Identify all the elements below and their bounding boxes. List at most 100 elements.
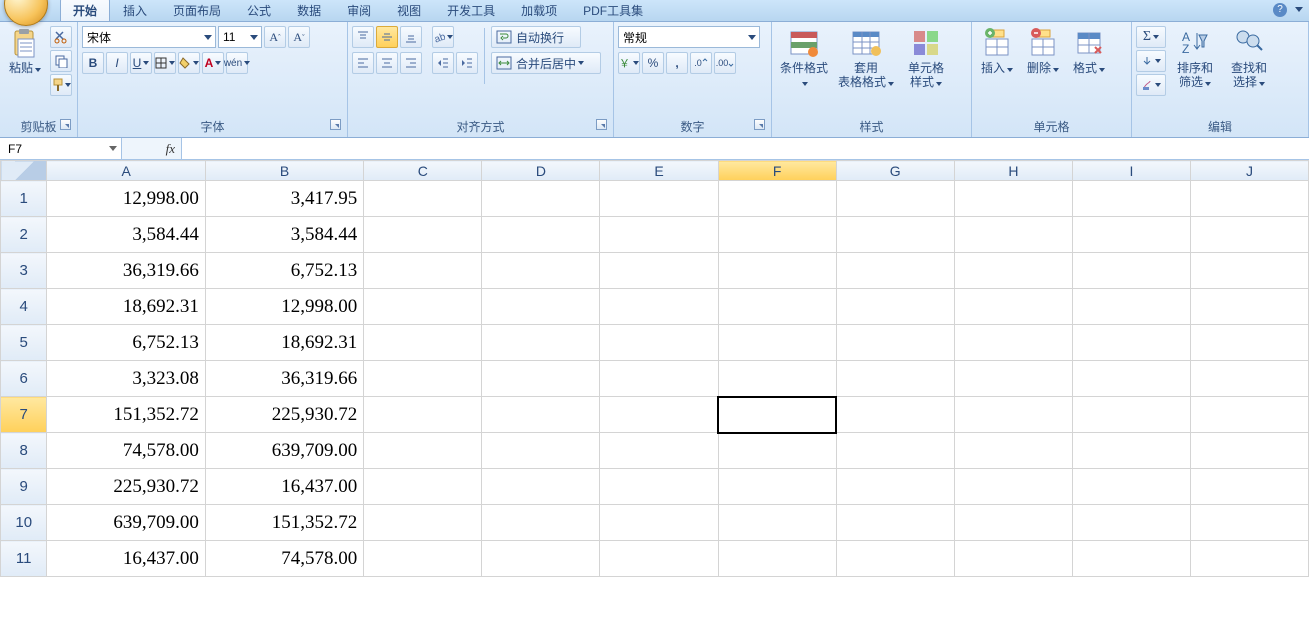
column-header-D[interactable]: D [482,161,600,181]
cell-H11[interactable] [954,541,1072,577]
cell-D11[interactable] [482,541,600,577]
cell-G8[interactable] [836,433,954,469]
tab-view[interactable]: 视图 [384,0,434,21]
cell-E7[interactable] [600,397,718,433]
autosum-button[interactable]: Σ [1136,26,1166,48]
cell-B5[interactable]: 18,692.31 [205,325,363,361]
increase-decimal-button[interactable]: .0 [690,52,712,74]
cell-J10[interactable] [1190,505,1308,541]
fill-color-button[interactable] [178,52,200,74]
cell-C4[interactable] [364,289,482,325]
cell-E6[interactable] [600,361,718,397]
cell-F3[interactable] [718,253,836,289]
number-format-dropdown[interactable]: 常规 [618,26,760,48]
bold-button[interactable]: B [82,52,104,74]
cell-D8[interactable] [482,433,600,469]
cell-H6[interactable] [954,361,1072,397]
cell-D5[interactable] [482,325,600,361]
cell-I4[interactable] [1072,289,1190,325]
cell-G4[interactable] [836,289,954,325]
cell-D4[interactable] [482,289,600,325]
row-header-9[interactable]: 9 [1,469,47,505]
clipboard-launcher[interactable] [60,119,71,130]
cell-F2[interactable] [718,217,836,253]
cell-I2[interactable] [1072,217,1190,253]
cell-E9[interactable] [600,469,718,505]
cell-C3[interactable] [364,253,482,289]
cell-C5[interactable] [364,325,482,361]
cell-E3[interactable] [600,253,718,289]
cell-C9[interactable] [364,469,482,505]
cell-G5[interactable] [836,325,954,361]
cell-H2[interactable] [954,217,1072,253]
cell-A2[interactable]: 3,584.44 [47,217,205,253]
tab-page-layout[interactable]: 页面布局 [160,0,234,21]
cell-D2[interactable] [482,217,600,253]
cell-A1[interactable]: 12,998.00 [47,181,205,217]
column-header-G[interactable]: G [836,161,954,181]
cut-button[interactable] [50,26,72,48]
row-header-3[interactable]: 3 [1,253,47,289]
font-name-dropdown[interactable]: 宋体 [82,26,216,48]
decrease-font-button[interactable]: Aˇ [288,26,310,48]
cell-F5[interactable] [718,325,836,361]
cell-J3[interactable] [1190,253,1308,289]
cell-F9[interactable] [718,469,836,505]
border-button[interactable] [154,52,176,74]
cell-B9[interactable]: 16,437.00 [205,469,363,505]
column-header-J[interactable]: J [1190,161,1308,181]
cell-B3[interactable]: 6,752.13 [205,253,363,289]
tab-formulas[interactable]: 公式 [234,0,284,21]
cell-H9[interactable] [954,469,1072,505]
cell-H3[interactable] [954,253,1072,289]
cell-I11[interactable] [1072,541,1190,577]
align-left-button[interactable] [352,52,374,74]
font-launcher[interactable] [330,119,341,130]
cell-D9[interactable] [482,469,600,505]
align-center-button[interactable] [376,52,398,74]
column-header-C[interactable]: C [364,161,482,181]
row-header-11[interactable]: 11 [1,541,47,577]
cell-G2[interactable] [836,217,954,253]
cell-E5[interactable] [600,325,718,361]
cell-D10[interactable] [482,505,600,541]
cell-G3[interactable] [836,253,954,289]
cell-J4[interactable] [1190,289,1308,325]
paste-button[interactable]: 粘贴 [4,24,46,110]
cell-J11[interactable] [1190,541,1308,577]
decrease-decimal-button[interactable]: .00 [714,52,736,74]
cell-A6[interactable]: 3,323.08 [47,361,205,397]
cell-H8[interactable] [954,433,1072,469]
number-launcher[interactable] [754,119,765,130]
cell-G9[interactable] [836,469,954,505]
row-header-5[interactable]: 5 [1,325,47,361]
tab-review[interactable]: 审阅 [334,0,384,21]
align-right-button[interactable] [400,52,422,74]
merge-center-button[interactable]: 合并后居中 [491,52,601,74]
cell-F7[interactable] [718,397,836,433]
cell-G7[interactable] [836,397,954,433]
column-header-F[interactable]: F [718,161,836,181]
cell-A5[interactable]: 6,752.13 [47,325,205,361]
cell-B10[interactable]: 151,352.72 [205,505,363,541]
cell-A3[interactable]: 36,319.66 [47,253,205,289]
conditional-format-button[interactable]: 条件格式 [776,24,832,110]
help-icon[interactable]: ? [1273,3,1287,17]
cell-C6[interactable] [364,361,482,397]
percent-button[interactable]: % [642,52,664,74]
cell-H7[interactable] [954,397,1072,433]
cell-A11[interactable]: 16,437.00 [47,541,205,577]
cell-D7[interactable] [482,397,600,433]
tab-insert[interactable]: 插入 [110,0,160,21]
cell-B11[interactable]: 74,578.00 [205,541,363,577]
cell-C1[interactable] [364,181,482,217]
row-header-10[interactable]: 10 [1,505,47,541]
column-header-A[interactable]: A [47,161,205,181]
wrap-text-button[interactable]: 自动换行 [491,26,581,48]
delete-cells-button[interactable]: 删除 [1022,24,1064,110]
clear-button[interactable] [1136,74,1166,96]
tab-home[interactable]: 开始 [60,0,110,21]
cell-I8[interactable] [1072,433,1190,469]
tab-developer[interactable]: 开发工具 [434,0,508,21]
cell-G10[interactable] [836,505,954,541]
